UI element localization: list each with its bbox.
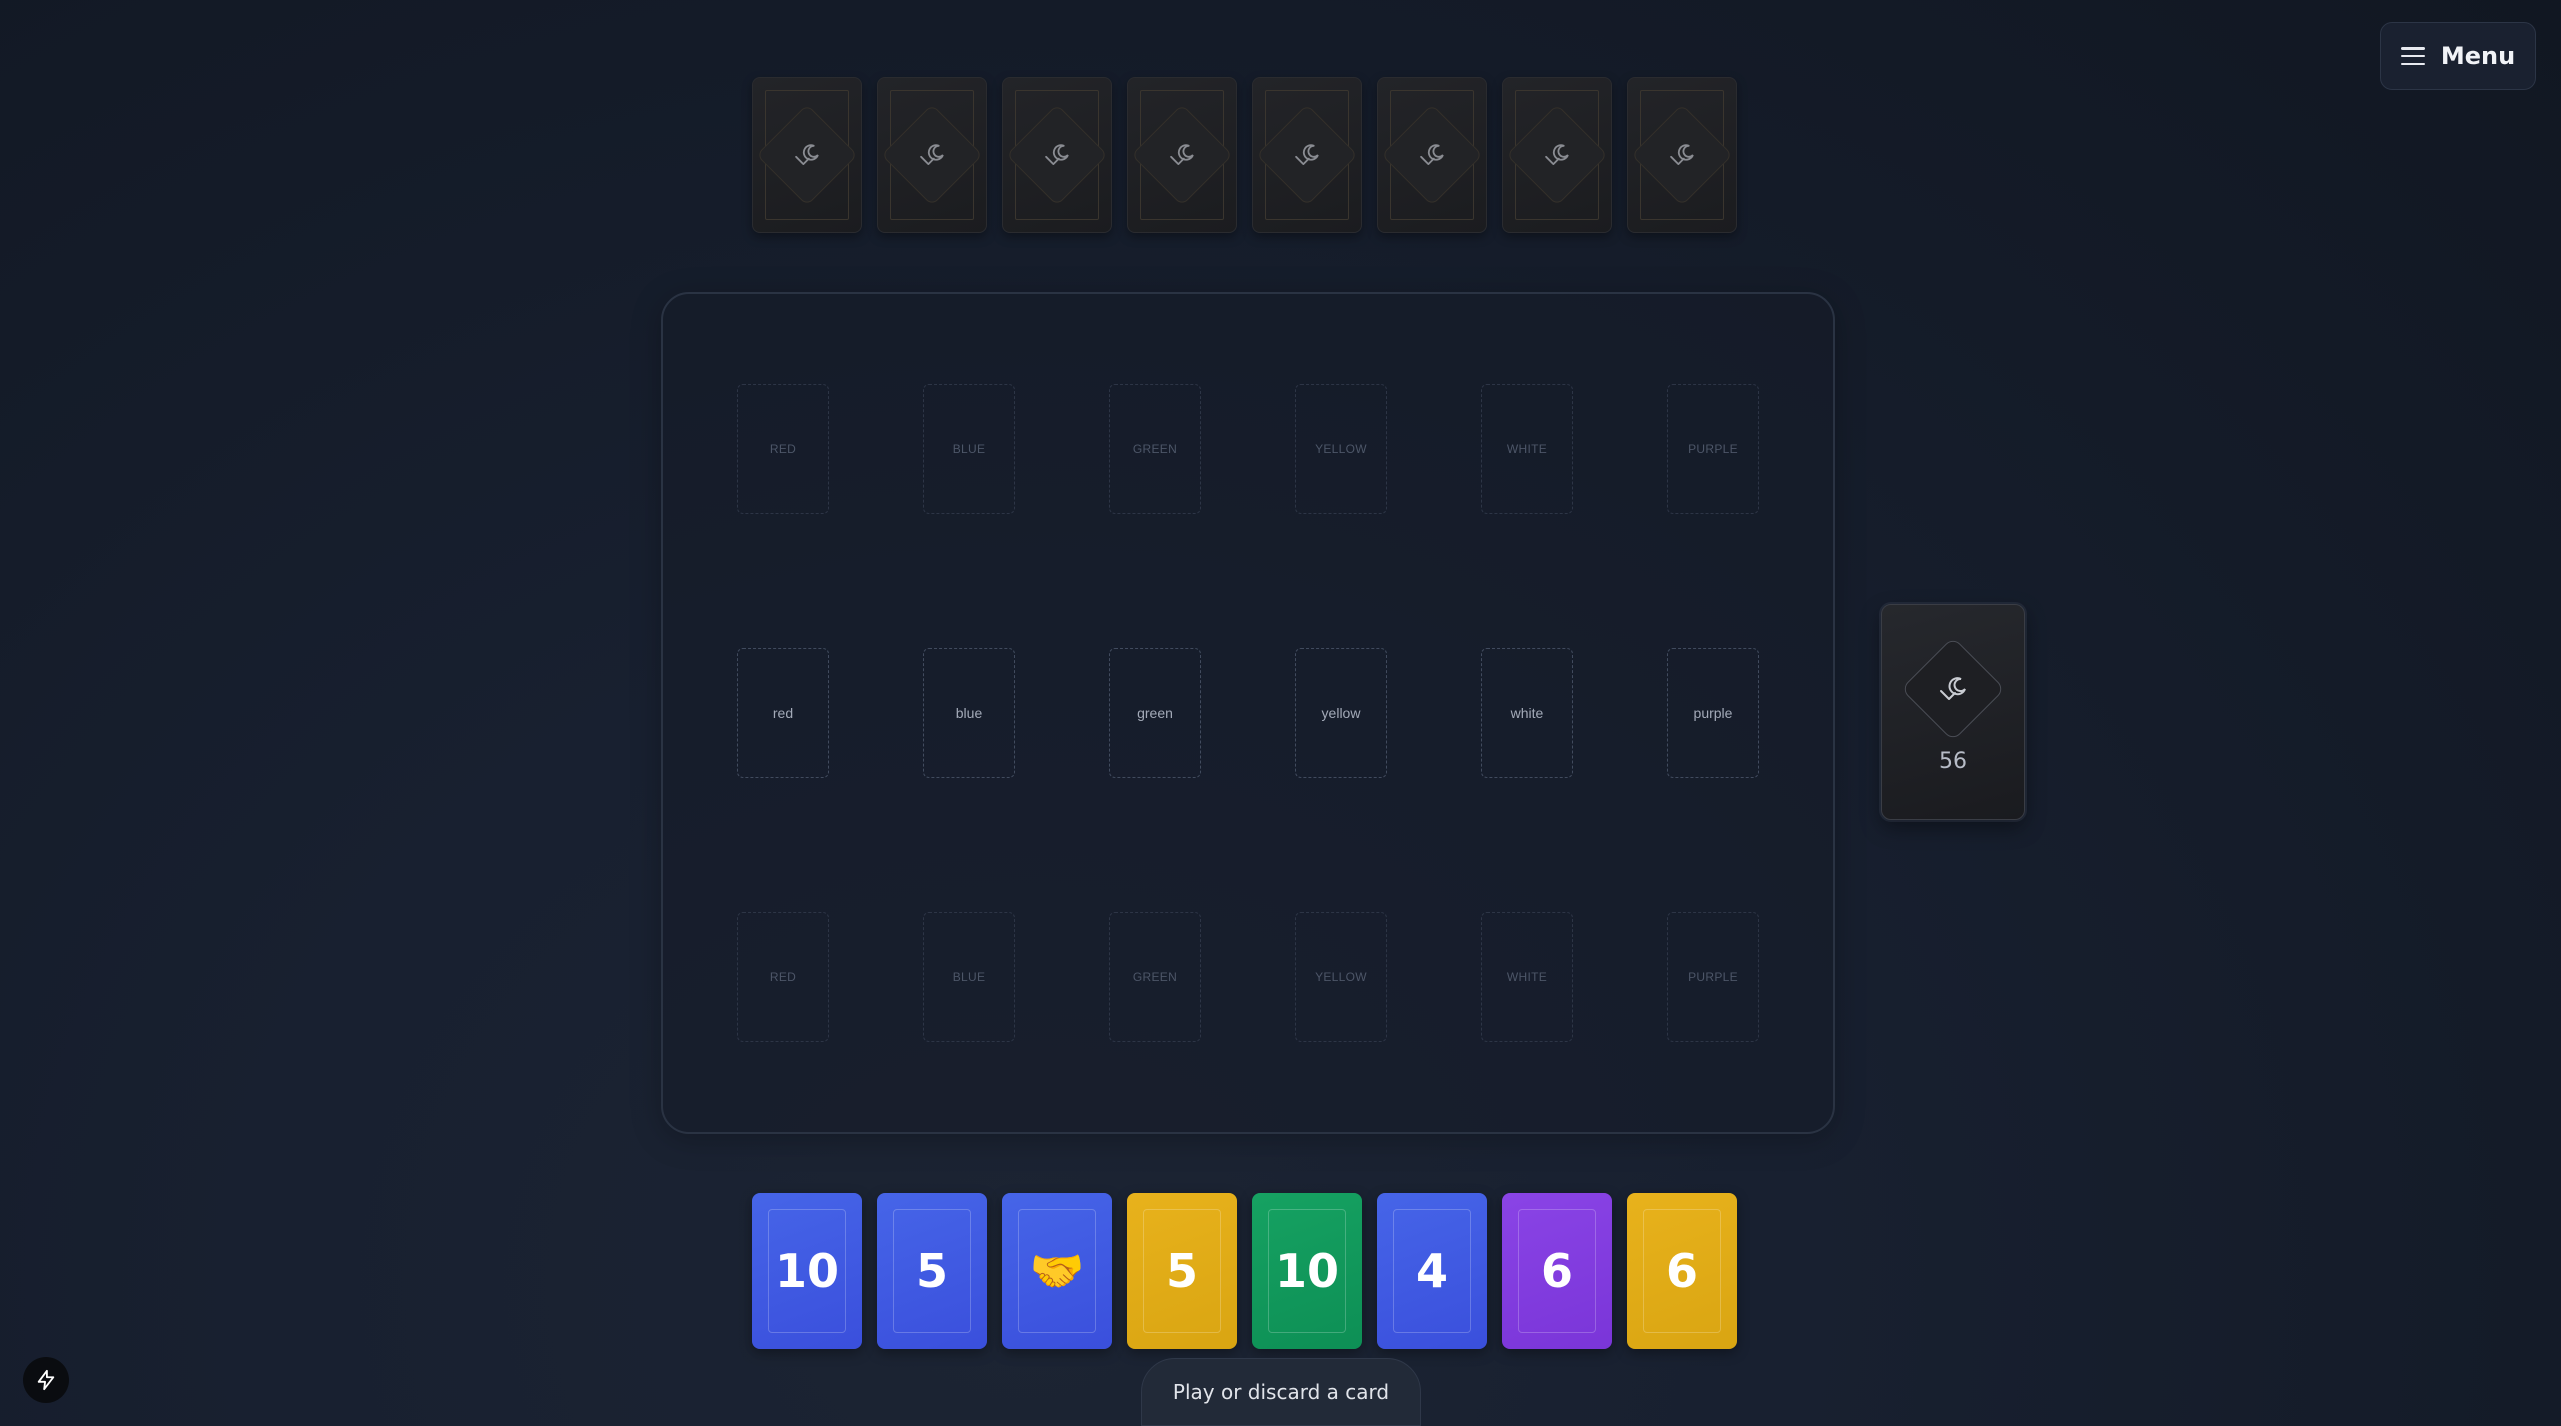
moon-diamond-icon: [1670, 144, 1694, 165]
opponent-expedition-white: WHITE: [1481, 384, 1573, 514]
opponent-expedition-purple: PURPLE: [1667, 384, 1759, 514]
moon-diamond-icon: [1420, 144, 1444, 165]
opponent-card-back: [1502, 77, 1612, 233]
hand-card-blue[interactable]: 🤝: [1002, 1193, 1112, 1349]
moon-diamond-icon: [920, 144, 944, 165]
menu-label: Menu: [2440, 42, 2516, 70]
discard-pile-white[interactable]: white: [1481, 648, 1573, 778]
player-expedition-blue[interactable]: BLUE: [923, 912, 1015, 1042]
opponent-expedition-blue: BLUE: [923, 384, 1015, 514]
draw-deck[interactable]: 56: [1881, 604, 2025, 820]
discard-pile-purple[interactable]: purple: [1667, 648, 1759, 778]
opponent-expedition-green: GREEN: [1109, 384, 1201, 514]
discard-pile-blue[interactable]: blue: [923, 648, 1015, 778]
opponent-card-back: [752, 77, 862, 233]
hand-card-yellow[interactable]: 6: [1627, 1193, 1737, 1349]
menu-button[interactable]: Menu: [2380, 22, 2536, 90]
card-value: 5: [915, 1244, 948, 1298]
player-expedition-yellow[interactable]: YELLOW: [1295, 912, 1387, 1042]
lightning-bolt-icon: [37, 1369, 55, 1391]
opponent-card-back: [1252, 77, 1362, 233]
player-expedition-white[interactable]: WHITE: [1481, 912, 1573, 1042]
moon-diamond-icon: [1045, 144, 1069, 165]
discard-pile-yellow[interactable]: yellow: [1295, 648, 1387, 778]
card-value: 5: [1165, 1244, 1198, 1298]
deck-count: 56: [1939, 749, 1967, 774]
moon-diamond-icon: [1295, 144, 1319, 165]
hand-card-yellow[interactable]: 5: [1127, 1193, 1237, 1349]
player-expedition-purple[interactable]: PURPLE: [1667, 912, 1759, 1042]
player-expedition-red[interactable]: RED: [737, 912, 829, 1042]
opponent-expedition-red: RED: [737, 384, 829, 514]
moon-diamond-icon: [1170, 144, 1194, 165]
card-value: 10: [774, 1244, 839, 1298]
game-board: RED BLUE GREEN YELLOW WHITE PURPLE red b…: [661, 292, 1835, 1134]
opponent-expedition-row: RED BLUE GREEN YELLOW WHITE PURPLE: [737, 384, 1759, 514]
opponent-hand: [752, 77, 1737, 233]
status-message: Play or discard a card: [1141, 1358, 1421, 1426]
hand-card-blue[interactable]: 4: [1377, 1193, 1487, 1349]
hand-card-green[interactable]: 10: [1252, 1193, 1362, 1349]
hand-card-purple[interactable]: 6: [1502, 1193, 1612, 1349]
card-value: 6: [1665, 1244, 1698, 1298]
opponent-card-back: [877, 77, 987, 233]
discard-row: red blue green yellow white purple: [737, 648, 1759, 778]
hamburger-icon: [2400, 47, 2425, 65]
moon-diamond-icon: [795, 144, 819, 165]
hand-card-blue[interactable]: 5: [877, 1193, 987, 1349]
discard-pile-green[interactable]: green: [1109, 648, 1201, 778]
card-value: 6: [1540, 1244, 1573, 1298]
hand-card-blue[interactable]: 10: [752, 1193, 862, 1349]
opponent-card-back: [1377, 77, 1487, 233]
opponent-card-back: [1627, 77, 1737, 233]
handshake-icon: 🤝: [1029, 1246, 1085, 1297]
opponent-card-back: [1127, 77, 1237, 233]
opponent-expedition-yellow: YELLOW: [1295, 384, 1387, 514]
opponent-card-back: [1002, 77, 1112, 233]
player-expedition-row: RED BLUE GREEN YELLOW WHITE PURPLE: [737, 912, 1759, 1042]
card-value: 10: [1274, 1244, 1339, 1298]
card-value: 4: [1415, 1244, 1448, 1298]
moon-diamond-icon: [1940, 677, 1966, 700]
player-expedition-green[interactable]: GREEN: [1109, 912, 1201, 1042]
player-hand: 10 5 🤝 5 10 4 6 6: [752, 1193, 1737, 1349]
quick-action-button[interactable]: [23, 1357, 69, 1403]
discard-pile-red[interactable]: red: [737, 648, 829, 778]
moon-diamond-icon: [1545, 144, 1569, 165]
